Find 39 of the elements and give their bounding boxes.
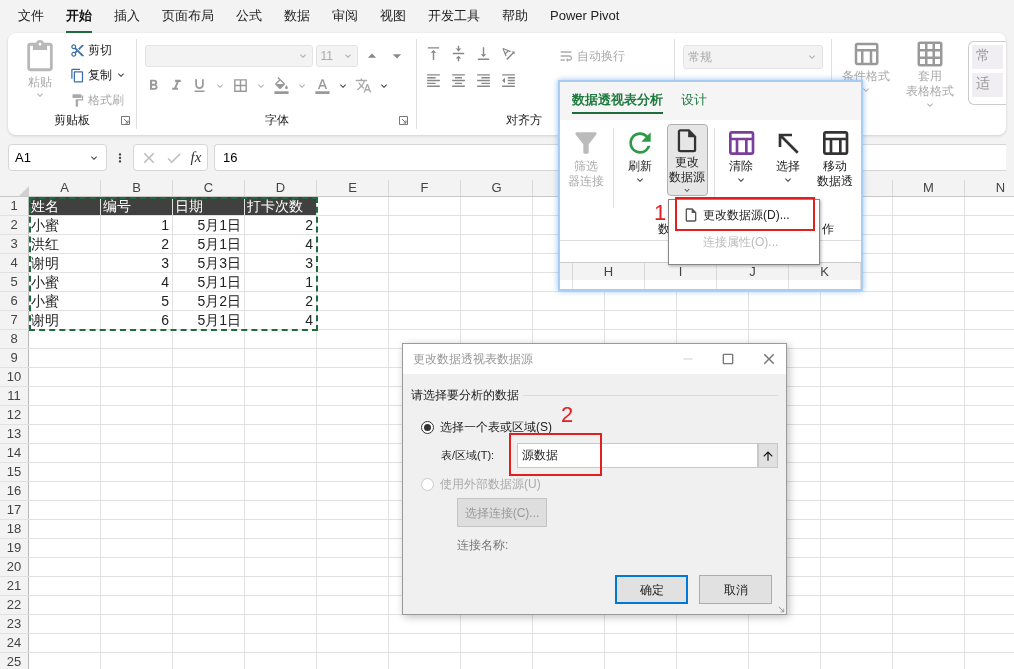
window-title: 更改数据透视表数据源 xyxy=(413,351,533,368)
header-cell: 姓名 xyxy=(29,197,101,215)
table-cell: 5月2日 xyxy=(173,292,245,310)
table-cell: 5月1日 xyxy=(173,273,245,291)
group-label: 数 xyxy=(658,221,670,238)
section-label: 请选择要分析的数据 xyxy=(411,387,519,404)
table-cell: 4 xyxy=(245,311,317,329)
table-cell: 2 xyxy=(101,235,173,253)
table-cell: 4 xyxy=(101,273,173,291)
table-cell: 3 xyxy=(245,254,317,272)
table-cell: 5月1日 xyxy=(173,311,245,329)
group-label: 对齐方 xyxy=(506,112,543,129)
table-cell: 5月3日 xyxy=(173,254,245,272)
annotation-number: 2 xyxy=(561,404,574,426)
annotation-number: 1 xyxy=(654,202,667,224)
group-label: 剪贴板 xyxy=(54,112,91,129)
range-label: 表/区域(T): xyxy=(441,448,496,464)
table-cell: 6 xyxy=(101,311,173,329)
table-cell: 5 xyxy=(101,292,173,310)
table-cell: 2 xyxy=(245,292,317,310)
table-cell: 谢明 xyxy=(29,311,101,329)
table-cell: 小蜜 xyxy=(29,292,101,310)
header-cell: 日期 xyxy=(173,197,245,215)
header-cell: 打卡次数 xyxy=(245,197,317,215)
table-cell: 1 xyxy=(101,216,173,234)
group-label: 字体 xyxy=(264,112,289,129)
table-cell: 5月1日 xyxy=(173,235,245,253)
table-cell: 小蜜 xyxy=(29,216,101,234)
connection-name-label: 连接名称: xyxy=(457,537,510,554)
table-cell: 1 xyxy=(245,273,317,291)
table-cell: 小蜜 xyxy=(29,273,101,291)
table-cell: 3 xyxy=(101,254,173,272)
table-cell: 4 xyxy=(245,235,317,253)
table-cell: 2 xyxy=(245,216,317,234)
table-cell: 5月1日 xyxy=(173,216,245,234)
group-label: 作 xyxy=(822,221,834,238)
table-cell: 洪红 xyxy=(29,235,101,253)
table-cell: 谢明 xyxy=(29,254,101,272)
header-cell: 编号 xyxy=(101,197,173,215)
